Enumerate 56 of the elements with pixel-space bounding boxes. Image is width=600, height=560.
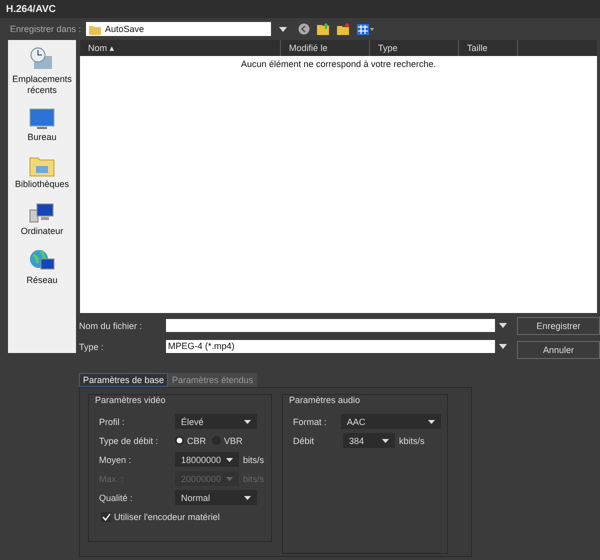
place-item[interactable]: Ordinateur	[9, 202, 75, 237]
select-dropdown[interactable]: AAC	[340, 414, 441, 429]
unit-label: bits/s	[243, 454, 264, 464]
folder-up-icon[interactable]	[317, 23, 330, 35]
setting-label: Type de débit :	[98, 436, 160, 446]
setting-label: Débit	[292, 436, 316, 446]
computer-icon	[29, 202, 55, 224]
checkmark-icon	[102, 512, 110, 520]
dropdown-arrow-icon[interactable]	[226, 458, 233, 462]
column-header[interactable]: Nom ▴	[80, 40, 281, 56]
dropdown-arrow-icon[interactable]	[382, 438, 389, 442]
dropdown-arrow-icon[interactable]	[244, 420, 251, 424]
setting-label: Qualité :	[98, 492, 134, 502]
type-dropdown[interactable]: MPEG-4 (*.mp4)	[166, 340, 495, 353]
column-header[interactable]: Taille	[459, 40, 518, 56]
place-item[interactable]: Bibliothèques	[9, 155, 75, 190]
column-header[interactable]: Modifié le	[281, 40, 370, 56]
dropdown-arrow-icon[interactable]	[499, 344, 507, 349]
select-dropdown[interactable]: 18000000	[175, 452, 239, 467]
setting-label: Moyen :	[98, 454, 132, 464]
place-item[interactable]: Emplacements récents	[9, 46, 75, 96]
tab[interactable]: Paramètres de base	[79, 373, 168, 387]
unit-label: kbits/s	[399, 436, 425, 446]
checkbox[interactable]: Utiliser l'encodeur matériel	[95, 512, 220, 522]
setting-label: Profil :	[98, 416, 126, 426]
new-folder-icon[interactable]	[337, 23, 350, 35]
select-dropdown[interactable]: Élevé	[175, 414, 257, 429]
place-item[interactable]: Bureau	[9, 108, 75, 143]
library-folder-icon	[29, 155, 55, 177]
group-title: Paramètres audio	[289, 395, 360, 405]
location-dropdown[interactable]: AutoSave	[86, 22, 271, 36]
view-menu-icon[interactable]	[357, 24, 374, 34]
type-label: Type :	[79, 342, 105, 352]
select-dropdown[interactable]: Normal	[175, 490, 257, 505]
back-icon[interactable]	[298, 23, 310, 35]
folder-icon	[89, 24, 101, 34]
dropdown-arrow-icon[interactable]	[499, 323, 507, 328]
dropdown-arrow-icon[interactable]	[279, 26, 287, 32]
group-title: Paramètres vidéo	[95, 395, 166, 405]
radio-button[interactable]: CBR	[175, 436, 206, 446]
column-header[interactable]: Type	[370, 40, 459, 56]
file-name-field[interactable]	[166, 319, 495, 332]
radio-button[interactable]: VBR	[212, 436, 243, 446]
cancel-button[interactable]: Annuler	[517, 341, 600, 359]
dropdown-arrow-icon	[226, 476, 233, 480]
place-item[interactable]: Réseau	[9, 249, 75, 286]
save-in-label: Enregistrer dans :	[10, 24, 82, 34]
save-button[interactable]: Enregistrer	[517, 317, 600, 335]
desktop-icon	[29, 108, 55, 130]
select-dropdown[interactable]: 384	[343, 433, 395, 448]
window-title: H.264/AVC	[6, 4, 56, 14]
dropdown-arrow-icon[interactable]	[244, 496, 251, 500]
file-name-label: Nom du fichier :	[79, 320, 144, 330]
setting-label: Format :	[292, 416, 328, 426]
dropdown-arrow-icon[interactable]	[428, 420, 435, 424]
empty-message: Aucun élément ne correspond à votre recherche.	[240, 58, 438, 69]
